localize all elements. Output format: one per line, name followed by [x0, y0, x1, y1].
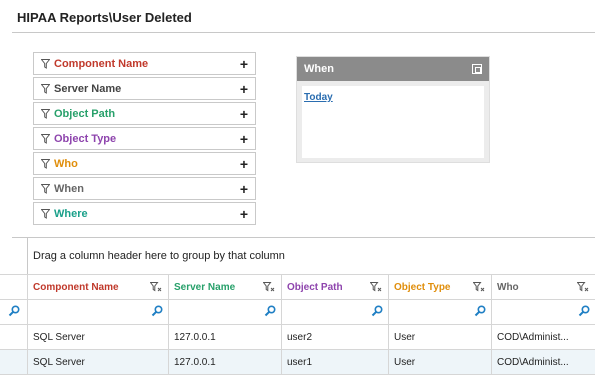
filter-who[interactable]: Who + — [33, 152, 256, 175]
column-header-label: Component Name — [33, 281, 119, 293]
filter-field-server-name[interactable] — [169, 300, 282, 324]
cell-who: COD\Administ... — [497, 356, 569, 368]
cell-component-name: SQL Server — [28, 325, 169, 349]
add-filter-button[interactable]: + — [233, 181, 255, 197]
filter-when[interactable]: When + — [33, 177, 256, 200]
add-filter-button[interactable]: + — [233, 131, 255, 147]
filter-label: Component Name — [54, 57, 149, 70]
cell-object-path: user2 — [282, 325, 389, 349]
filter-where[interactable]: Where + — [33, 202, 256, 225]
title-divider — [12, 32, 595, 33]
cell-component-name: SQL Server — [28, 350, 169, 374]
header-spacer — [0, 275, 28, 299]
column-header-label: Who — [497, 281, 519, 293]
filter-label: Who — [54, 157, 78, 170]
add-filter-button[interactable]: + — [233, 81, 255, 97]
filter-label: Object Type — [54, 132, 117, 145]
column-filter-icon[interactable] — [150, 282, 162, 292]
column-header-server-name[interactable]: Server Name — [169, 275, 282, 299]
group-by-hint: Drag a column header here to group by th… — [33, 250, 285, 262]
funnel-icon — [34, 183, 54, 194]
filter-label: Object Path — [54, 107, 116, 120]
cell-object-path: user1 — [282, 350, 389, 374]
results-grid: Component Name Server Name Object Path O… — [0, 274, 595, 375]
table-row[interactable]: SQL Server 127.0.0.1 user1 User COD\Admi… — [0, 350, 595, 375]
cell-server-name: 127.0.0.1 — [169, 325, 282, 349]
when-panel-title: When — [304, 63, 334, 75]
column-header-who[interactable]: Who — [492, 275, 595, 299]
filter-object-type[interactable]: Object Type + — [33, 127, 256, 150]
search-icon[interactable] — [578, 304, 590, 320]
search-icon[interactable] — [371, 304, 383, 320]
column-header-label: Object Path — [287, 281, 343, 293]
search-row-icon-cell — [0, 300, 28, 324]
funnel-icon — [34, 108, 54, 119]
add-filter-button[interactable]: + — [233, 156, 255, 172]
search-icon[interactable] — [151, 304, 163, 320]
column-filter-icon[interactable] — [473, 282, 485, 292]
column-header-label: Server Name — [174, 281, 236, 293]
filter-label: When — [54, 182, 84, 195]
group-area-divider — [12, 237, 595, 238]
filter-list: Component Name + Server Name + Object Pa… — [33, 52, 256, 227]
filter-label: Where — [54, 207, 88, 220]
add-filter-button[interactable]: + — [233, 206, 255, 222]
when-panel-body: Today — [302, 86, 484, 158]
filter-field-who[interactable] — [492, 300, 595, 324]
column-header-label: Object Type — [394, 281, 451, 293]
filter-field-object-type[interactable] — [389, 300, 492, 324]
filter-server-name[interactable]: Server Name + — [33, 77, 256, 100]
funnel-icon — [34, 133, 54, 144]
table-row[interactable]: SQL Server 127.0.0.1 user2 User COD\Admi… — [0, 325, 595, 350]
column-header-component-name[interactable]: Component Name — [28, 275, 169, 299]
filter-object-path[interactable]: Object Path + — [33, 102, 256, 125]
grid-search-row — [0, 300, 595, 325]
column-header-object-type[interactable]: Object Type — [389, 275, 492, 299]
filter-label: Server Name — [54, 82, 122, 95]
group-area-side-divider — [27, 238, 28, 274]
funnel-icon — [34, 158, 54, 169]
search-icon[interactable] — [474, 304, 486, 320]
filter-component-name[interactable]: Component Name + — [33, 52, 256, 75]
search-icon[interactable] — [8, 304, 20, 320]
grid-header-row: Component Name Server Name Object Path O… — [0, 274, 595, 300]
funnel-icon — [34, 58, 54, 69]
cell-who: COD\Administ... — [497, 331, 569, 343]
filter-field-object-path[interactable] — [282, 300, 389, 324]
maximize-icon[interactable] — [472, 64, 482, 74]
when-panel-header: When — [297, 57, 489, 81]
search-icon[interactable] — [264, 304, 276, 320]
column-header-object-path[interactable]: Object Path — [282, 275, 389, 299]
row-indicator — [0, 325, 28, 349]
funnel-icon — [34, 208, 54, 219]
add-filter-button[interactable]: + — [233, 56, 255, 72]
column-filter-icon[interactable] — [263, 282, 275, 292]
funnel-icon — [34, 83, 54, 94]
filter-field-component-name[interactable] — [28, 300, 169, 324]
page-title: HIPAA Reports\User Deleted — [17, 10, 192, 25]
today-link[interactable]: Today — [304, 92, 333, 103]
when-panel: When Today — [296, 56, 490, 163]
add-filter-button[interactable]: + — [233, 106, 255, 122]
column-filter-icon[interactable] — [370, 282, 382, 292]
column-filter-icon[interactable] — [577, 282, 589, 292]
cell-server-name: 127.0.0.1 — [169, 350, 282, 374]
cell-object-type: User — [389, 350, 492, 374]
cell-object-type: User — [389, 325, 492, 349]
row-indicator — [0, 350, 28, 374]
